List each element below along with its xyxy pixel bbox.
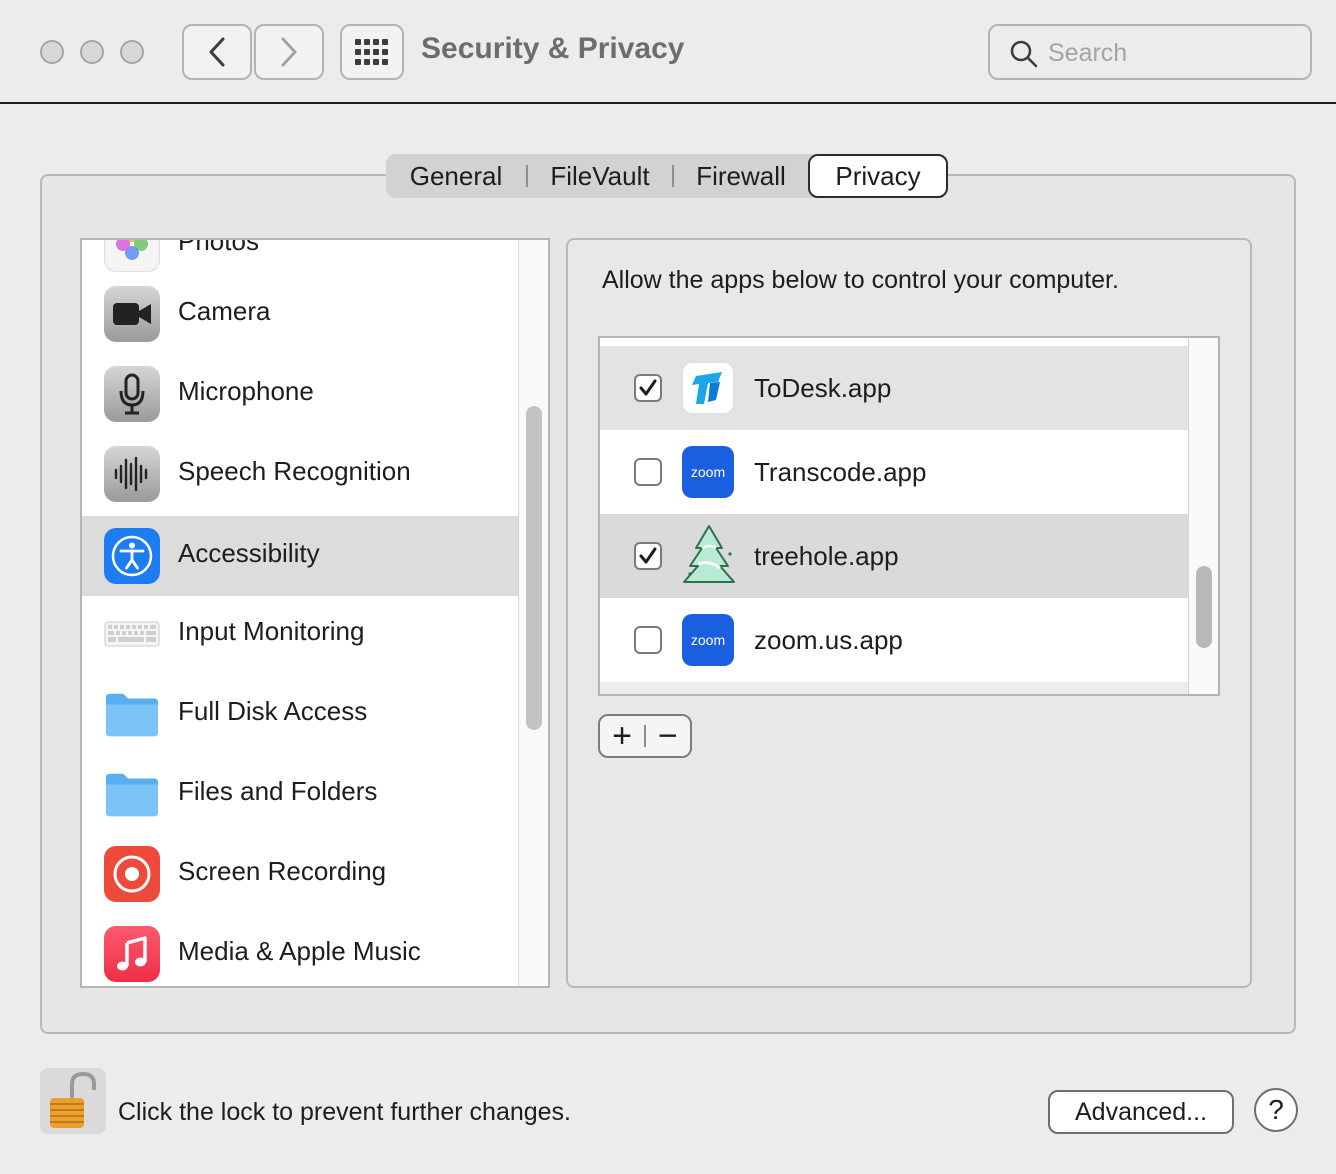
- minimize-window-button[interactable]: [80, 40, 104, 64]
- sidebar-item-microphone[interactable]: Microphone: [82, 354, 518, 434]
- screen-recording-icon: [104, 846, 160, 902]
- lock-button[interactable]: [40, 1068, 106, 1134]
- checkmark-icon: [639, 547, 657, 564]
- chevron-left-icon: [209, 37, 225, 67]
- add-app-button[interactable]: +: [600, 716, 644, 756]
- tab-label: Firewall: [696, 160, 786, 191]
- camera-icon: [104, 286, 160, 342]
- forward-button[interactable]: [254, 24, 324, 80]
- sidebar-item-label: Files and Folders: [178, 776, 378, 806]
- sidebar-item-speech-recognition[interactable]: Speech Recognition: [82, 434, 518, 514]
- show-all-button[interactable]: [340, 24, 404, 80]
- app-checkbox[interactable]: [634, 626, 662, 654]
- app-row-todesk[interactable]: ToDesk.app: [600, 346, 1188, 430]
- tab-label: General: [409, 160, 503, 191]
- folder-icon: [104, 766, 160, 822]
- lock-status-text: Click the lock to prevent further change…: [118, 1098, 572, 1126]
- zoom-icon: zoom: [682, 446, 734, 498]
- sidebar-scrollbar-thumb[interactable]: [526, 406, 542, 730]
- sidebar-item-camera[interactable]: Camera: [82, 274, 518, 354]
- microphone-icon: [104, 366, 160, 422]
- sidebar-item-label: Full Disk Access: [178, 696, 368, 726]
- tab-privacy[interactable]: Privacy: [808, 154, 948, 198]
- sidebar-item-accessibility[interactable]: Accessibility: [82, 516, 518, 596]
- tab-label: FileVault: [550, 160, 650, 191]
- sidebar-item-full-disk-access[interactable]: Full Disk Access: [82, 674, 518, 754]
- outer-mask: [0, 198, 40, 238]
- tree-icon: [680, 524, 738, 588]
- sidebar-item-label: Speech Recognition: [178, 456, 411, 486]
- sidebar-item-label: Media & Apple Music: [178, 936, 421, 966]
- folder-icon: [104, 686, 160, 742]
- app-checkbox[interactable]: [634, 374, 662, 402]
- sidebar-item-media-apple-music[interactable]: Media & Apple Music: [82, 914, 518, 994]
- app-name: Transcode.app: [754, 457, 927, 487]
- app-name: treehole.app: [754, 541, 899, 571]
- app-row-transcode[interactable]: zoom Transcode.app: [600, 430, 1188, 514]
- sidebar-item-label: Input Monitoring: [178, 616, 365, 646]
- app-row-zoom[interactable]: zoom zoom.us.app: [600, 598, 1188, 682]
- checkmark-icon: [639, 379, 657, 396]
- back-button[interactable]: [182, 24, 252, 80]
- app-list-scrollbar-thumb[interactable]: [1196, 566, 1212, 648]
- tab-general[interactable]: General: [386, 154, 526, 198]
- waveform-icon: [104, 446, 160, 502]
- sidebar-item-label: Accessibility: [178, 538, 320, 568]
- app-name: ToDesk.app: [754, 373, 892, 403]
- tab-bar: General FileVault Firewall Privacy: [386, 154, 948, 198]
- sidebar-item-screen-recording[interactable]: Screen Recording: [82, 834, 518, 914]
- advanced-button[interactable]: Advanced...: [1048, 1090, 1234, 1134]
- todesk-icon: [682, 362, 734, 414]
- zoom-icon-text: zoom: [690, 464, 726, 480]
- search-field[interactable]: [988, 24, 1312, 80]
- panel-description: Allow the apps below to control your com…: [602, 266, 1119, 294]
- music-icon: [104, 926, 160, 982]
- sidebar-item-input-monitoring[interactable]: Input Monitoring: [82, 594, 518, 674]
- title-bar: Security & Privacy: [0, 0, 1336, 104]
- add-remove-control: + −: [598, 714, 692, 758]
- app-checkbox[interactable]: [634, 458, 662, 486]
- help-button[interactable]: ?: [1254, 1088, 1298, 1132]
- box-edge: [40, 198, 42, 238]
- app-row-treehole[interactable]: treehole.app: [600, 514, 1188, 598]
- keyboard-icon: [104, 606, 160, 662]
- app-list-row-partial: [600, 682, 1188, 694]
- search-input[interactable]: [1048, 36, 1298, 70]
- sidebar-item-files-and-folders[interactable]: Files and Folders: [82, 754, 518, 834]
- app-name: zoom.us.app: [754, 625, 903, 655]
- unlocked-padlock-icon: [50, 1071, 96, 1128]
- app-checkbox[interactable]: [634, 542, 662, 570]
- tab-label: Privacy: [835, 160, 921, 191]
- sidebar-item-label: Microphone: [178, 376, 314, 406]
- close-window-button[interactable]: [40, 40, 64, 64]
- zoom-icon-text: zoom: [690, 632, 726, 648]
- chevron-right-icon: [281, 37, 297, 67]
- zoom-icon: zoom: [682, 614, 734, 666]
- grid-icon: [355, 39, 388, 65]
- zoom-window-button[interactable]: [120, 40, 144, 64]
- accessibility-icon: [104, 528, 160, 584]
- window-title: Security & Privacy: [421, 32, 685, 65]
- list-top-mask: [0, 198, 560, 238]
- tab-filevault[interactable]: FileVault: [528, 154, 672, 198]
- search-icon: [1010, 40, 1038, 68]
- remove-app-button[interactable]: −: [646, 716, 690, 756]
- list-top-border: [80, 238, 550, 240]
- tab-firewall[interactable]: Firewall: [674, 154, 808, 198]
- sidebar-item-label: Screen Recording: [178, 856, 387, 886]
- sidebar-item-label: Camera: [178, 296, 271, 326]
